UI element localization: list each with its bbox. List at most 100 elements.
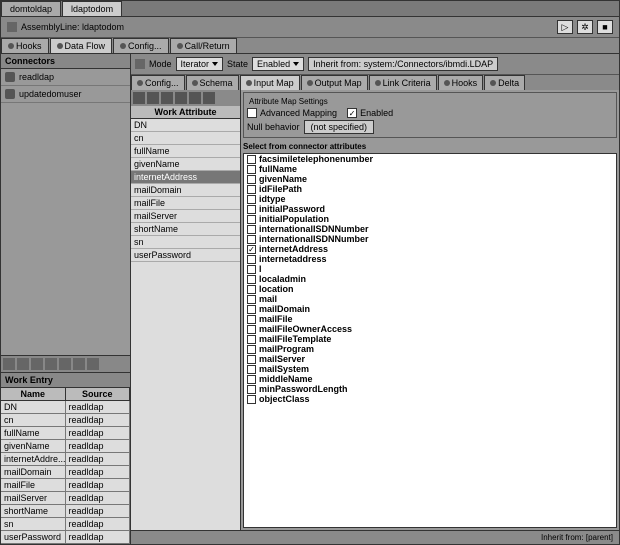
attr-checkbox[interactable] xyxy=(247,385,256,394)
right-tab[interactable]: Config... xyxy=(131,75,185,90)
work-entry-row[interactable]: snreadldap xyxy=(1,518,130,531)
work-attribute-item[interactable]: shortName xyxy=(131,223,240,236)
sub-tab[interactable]: Data Flow xyxy=(50,38,113,53)
attr-checkbox[interactable] xyxy=(247,295,256,304)
connector-attr-item[interactable]: mailFileTemplate xyxy=(244,334,616,344)
tool-icon[interactable] xyxy=(17,358,29,370)
connector-attr-item[interactable]: mailServer xyxy=(244,354,616,364)
work-attribute-item[interactable]: mailFile xyxy=(131,197,240,210)
work-entry-row[interactable]: DNreadldap xyxy=(1,401,130,414)
attr-checkbox[interactable] xyxy=(247,225,256,234)
sub-tab[interactable]: Call/Return xyxy=(170,38,237,53)
sub-tab[interactable]: Config... xyxy=(113,38,169,53)
attr-checkbox[interactable] xyxy=(247,395,256,404)
work-attribute-item[interactable]: cn xyxy=(131,132,240,145)
work-entry-row[interactable]: shortNamereadldap xyxy=(1,505,130,518)
connector-attr-item[interactable]: facsimiletelephonenumber xyxy=(244,154,616,164)
connector-attr-item[interactable]: objectClass xyxy=(244,394,616,404)
stop-button[interactable]: ■ xyxy=(597,20,613,34)
wa-tool-icon[interactable] xyxy=(133,92,145,104)
connector-attr-item[interactable]: mailFile xyxy=(244,314,616,324)
attr-checkbox[interactable] xyxy=(247,355,256,364)
connector-attr-item[interactable]: localadmin xyxy=(244,274,616,284)
connector-attr-item[interactable]: fullName xyxy=(244,164,616,174)
work-entry-row[interactable]: mailServerreadldap xyxy=(1,492,130,505)
attr-checkbox[interactable] xyxy=(247,235,256,244)
work-entry-row[interactable]: givenNamereadldap xyxy=(1,440,130,453)
wa-tool-icon[interactable] xyxy=(147,92,159,104)
wa-tool-icon[interactable] xyxy=(189,92,201,104)
work-attribute-item[interactable]: userPassword xyxy=(131,249,240,262)
connector-attr-item[interactable]: idtype xyxy=(244,194,616,204)
attr-checkbox[interactable] xyxy=(247,265,256,274)
tool-icon[interactable] xyxy=(45,358,57,370)
run-button[interactable]: ▷ xyxy=(557,20,573,34)
wa-tool-icon[interactable] xyxy=(175,92,187,104)
work-entry-row[interactable]: fullNamereadldap xyxy=(1,427,130,440)
attr-checkbox[interactable] xyxy=(247,215,256,224)
work-attribute-item[interactable]: givenName xyxy=(131,158,240,171)
attr-checkbox[interactable] xyxy=(247,195,256,204)
connector-attr-item[interactable]: idFilePath xyxy=(244,184,616,194)
connector-item[interactable]: updatedomuser xyxy=(1,86,130,103)
attr-checkbox[interactable] xyxy=(247,185,256,194)
work-entry-row[interactable]: mailDomainreadldap xyxy=(1,466,130,479)
attr-checkbox[interactable] xyxy=(247,245,256,254)
tool-icon[interactable] xyxy=(73,358,85,370)
connector-attr-item[interactable]: internetaddress xyxy=(244,254,616,264)
attr-checkbox[interactable] xyxy=(247,305,256,314)
attr-checkbox[interactable] xyxy=(247,325,256,334)
right-tab[interactable]: Delta xyxy=(484,75,525,90)
attr-checkbox[interactable] xyxy=(247,335,256,344)
right-tab[interactable]: Schema xyxy=(186,75,239,90)
work-entry-row[interactable]: cnreadldap xyxy=(1,414,130,427)
top-tab[interactable]: domtoldap xyxy=(1,1,61,16)
work-entry-row[interactable]: mailFilereadldap xyxy=(1,479,130,492)
connector-attr-item[interactable]: l xyxy=(244,264,616,274)
tool-icon[interactable] xyxy=(31,358,43,370)
connector-attr-item[interactable]: givenName xyxy=(244,174,616,184)
attr-checkbox[interactable] xyxy=(247,175,256,184)
connector-attr-item[interactable]: mailDomain xyxy=(244,304,616,314)
connector-attr-list[interactable]: facsimiletelephonenumberfullNamegivenNam… xyxy=(243,153,617,528)
null-behavior-button[interactable]: (not specified) xyxy=(304,120,375,134)
attr-checkbox[interactable] xyxy=(247,285,256,294)
connector-attr-item[interactable]: location xyxy=(244,284,616,294)
work-attribute-item[interactable]: fullName xyxy=(131,145,240,158)
attr-checkbox[interactable] xyxy=(247,165,256,174)
right-tab[interactable]: Input Map xyxy=(240,75,300,90)
mode-dropdown[interactable]: Iterator xyxy=(176,57,224,71)
connector-attr-item[interactable]: internationalISDNNumber xyxy=(244,224,616,234)
connector-attr-item[interactable]: mailProgram xyxy=(244,344,616,354)
tool-icon[interactable] xyxy=(87,358,99,370)
tool-icon[interactable] xyxy=(3,358,15,370)
wa-tool-icon[interactable] xyxy=(203,92,215,104)
wa-tool-icon[interactable] xyxy=(161,92,173,104)
connector-item[interactable]: readldap xyxy=(1,69,130,86)
attr-checkbox[interactable] xyxy=(247,205,256,214)
work-attribute-item[interactable]: internetAddress xyxy=(131,171,240,184)
attr-checkbox[interactable] xyxy=(247,275,256,284)
sub-tab[interactable]: Hooks xyxy=(1,38,49,53)
connector-attr-item[interactable]: mailSystem xyxy=(244,364,616,374)
attr-checkbox[interactable] xyxy=(247,315,256,324)
work-attribute-item[interactable]: sn xyxy=(131,236,240,249)
work-entry-row[interactable]: internetAddre...readldap xyxy=(1,453,130,466)
attr-checkbox[interactable] xyxy=(247,155,256,164)
attr-checkbox[interactable] xyxy=(247,255,256,264)
advanced-checkbox[interactable] xyxy=(247,108,257,118)
right-tab[interactable]: Output Map xyxy=(301,75,368,90)
connector-attr-item[interactable]: initialPassword xyxy=(244,204,616,214)
right-tab[interactable]: Link Criteria xyxy=(369,75,437,90)
attr-checkbox[interactable] xyxy=(247,375,256,384)
connector-attr-item[interactable]: internetAddress xyxy=(244,244,616,254)
connector-attr-item[interactable]: minPasswordLength xyxy=(244,384,616,394)
connector-attr-item[interactable]: mailFileOwnerAccess xyxy=(244,324,616,334)
gear-button[interactable]: ✲ xyxy=(577,20,593,34)
top-tab[interactable]: ldaptodom xyxy=(62,1,122,16)
attr-checkbox[interactable] xyxy=(247,365,256,374)
connector-attr-item[interactable]: initialPopulation xyxy=(244,214,616,224)
work-entry-row[interactable]: userPasswordreadldap xyxy=(1,531,130,544)
inherit-button[interactable]: Inherit from: system:/Connectors/ibmdi.L… xyxy=(308,57,498,71)
work-attribute-item[interactable]: mailServer xyxy=(131,210,240,223)
